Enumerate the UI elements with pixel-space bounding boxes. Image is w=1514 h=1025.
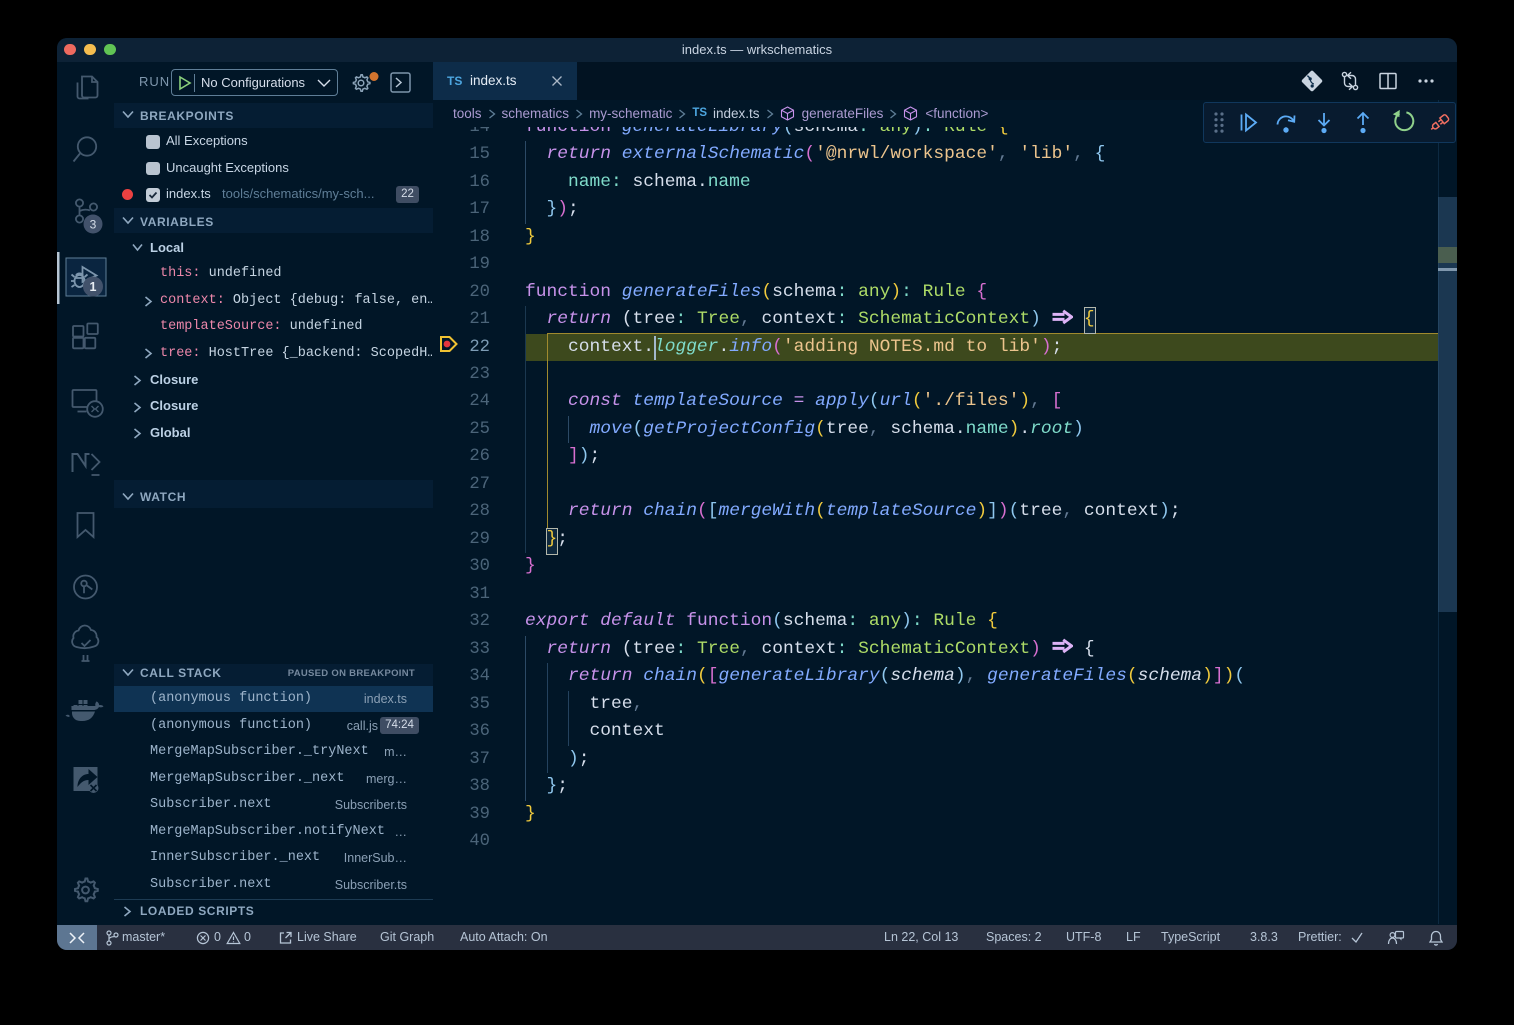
svg-text:1: 1 xyxy=(90,280,97,294)
svg-text:3: 3 xyxy=(90,218,97,232)
